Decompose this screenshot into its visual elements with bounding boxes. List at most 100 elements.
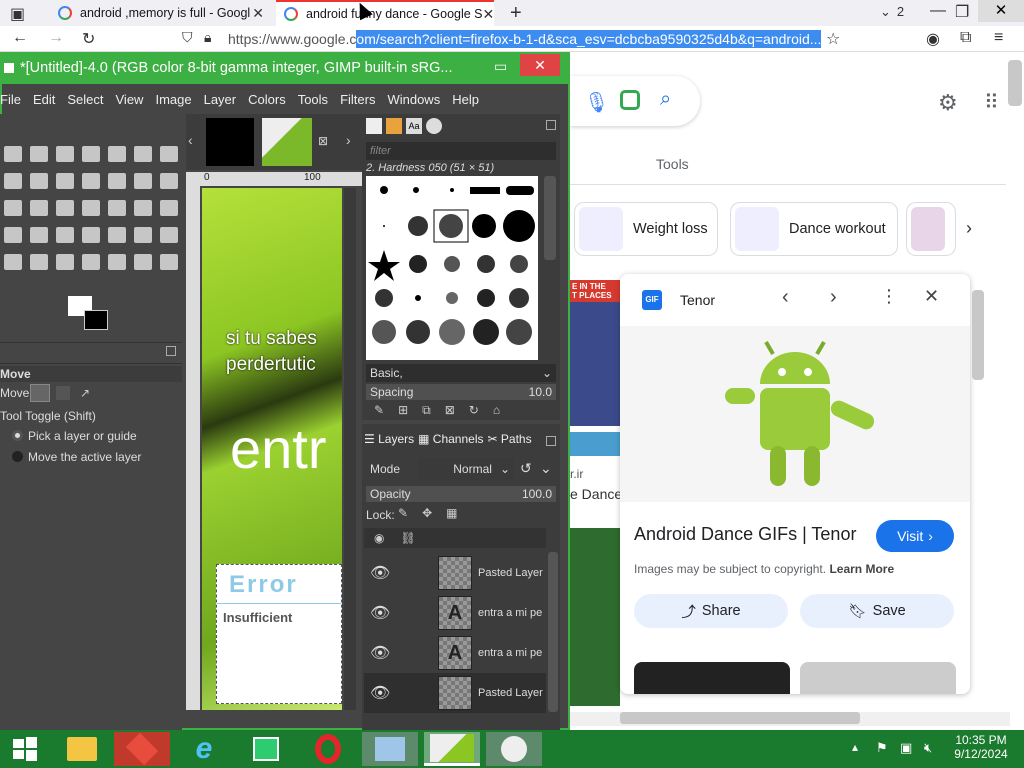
menu-filters[interactable]: Filters	[340, 92, 375, 107]
eye-icon[interactable]: 👁︎	[370, 603, 390, 623]
paths-tool-icon[interactable]	[4, 172, 22, 189]
shield-icon[interactable]: ⛉	[182, 29, 193, 46]
control-panel-taskbar-button[interactable]	[362, 732, 418, 766]
tab-list-icon[interactable]: ▣	[10, 4, 25, 24]
fuzzy-select-tool-icon[interactable]	[108, 145, 126, 162]
menu-windows[interactable]: Windows	[387, 92, 440, 107]
paint-select-tool-icon[interactable]	[108, 253, 126, 270]
image-canvas[interactable]: si tu sabes perdertutic entr Error Insuf…	[202, 188, 342, 710]
brush-preset-dropdown[interactable]: Basic, ⌄	[366, 364, 556, 382]
3d-transform-tool-icon[interactable]	[30, 199, 48, 216]
duplicate-brush-icon[interactable]: ⧉	[422, 403, 431, 418]
warp-tool-icon[interactable]	[108, 172, 126, 189]
background-color-swatch[interactable]	[84, 310, 108, 330]
new-brush-icon[interactable]: ⊞	[398, 403, 408, 418]
eye-icon[interactable]: 👁︎	[370, 643, 390, 663]
move-layer-mode-button[interactable]	[30, 384, 50, 402]
microphone-icon[interactable]: 🎙︎	[584, 90, 609, 115]
menu-edit[interactable]: Edit	[33, 92, 55, 107]
result-title[interactable]: Android Dance GIFs | Tenor	[634, 524, 856, 545]
refresh-brushes-icon[interactable]: ↻	[469, 403, 479, 418]
layer-row-selected[interactable]: 👁︎ Pasted Layer	[364, 673, 546, 713]
move-tool-icon[interactable]	[4, 145, 22, 162]
tray-overflow-icon[interactable]: ▴	[852, 740, 858, 754]
url-bar[interactable]: https://www.google.c om/search?client=fir…	[228, 28, 906, 50]
ellipse-select-tool-icon[interactable]	[56, 145, 74, 162]
chevron-down-icon[interactable]: ⌄	[540, 460, 552, 477]
close-tab-icon[interactable]: ✕	[252, 5, 264, 22]
related-image-thumbnail[interactable]	[634, 662, 790, 694]
lens-icon[interactable]	[620, 90, 640, 110]
tab-count-dropdown[interactable]: ⌄ 2	[880, 4, 904, 20]
menu-file[interactable]: File	[0, 92, 21, 107]
dodge-tool-icon[interactable]	[82, 253, 100, 270]
panel-menu-icon[interactable]	[166, 346, 176, 356]
opacity-slider[interactable]: Opacity 100.0	[366, 486, 556, 502]
close-panel-icon[interactable]: ✕	[924, 286, 939, 307]
mypaint-tool-icon[interactable]	[108, 226, 126, 243]
result-image-thumbnail-2[interactable]	[570, 528, 620, 706]
edit-brush-icon[interactable]: ✎	[374, 403, 384, 418]
pasted-layer-selection[interactable]: Error Insufficient	[216, 564, 342, 704]
clone-tool-icon[interactable]	[160, 226, 178, 243]
tab-layers[interactable]: ☰ Layers	[364, 432, 414, 446]
horizontal-scrollbar[interactable]	[570, 712, 1010, 726]
result-title[interactable]: e Dance	[570, 486, 622, 502]
flip-tool-icon[interactable]	[160, 172, 178, 189]
brush-grid[interactable]	[366, 176, 538, 360]
clock[interactable]: 10:35 PM 9/12/2024	[948, 733, 1014, 761]
back-arrow-icon[interactable]: ←	[12, 29, 28, 47]
smudge-tool-icon[interactable]	[30, 253, 48, 270]
android-dance-gif[interactable]	[620, 326, 970, 502]
radio-move-active-layer[interactable]	[12, 451, 23, 462]
account-icon[interactable]: ◉	[926, 29, 940, 49]
result-image-thumbnail[interactable]: E IN THE T PLACES	[570, 280, 620, 426]
volume-icon[interactable]: 🔇︎	[924, 740, 932, 756]
apps-grid-icon[interactable]: ⠿	[984, 90, 999, 115]
gradient-tool-icon[interactable]	[108, 199, 126, 216]
layer-mode-dropdown[interactable]: Normal ⌄	[418, 458, 514, 480]
horizontal-scroll-thumb[interactable]	[620, 712, 860, 724]
cage-tool-icon[interactable]	[134, 172, 152, 189]
chip-dance-workout[interactable]: Dance workout	[730, 202, 898, 256]
perspective-tool-icon[interactable]	[4, 199, 22, 216]
foreground-select-tool-icon[interactable]	[160, 145, 178, 162]
bookmark-star-icon[interactable]: ☆	[826, 29, 840, 49]
radio-pick-layer[interactable]	[12, 430, 23, 441]
internet-explorer-taskbar-button[interactable]: e	[176, 732, 232, 766]
opera-taskbar-button[interactable]	[300, 732, 356, 766]
restore-window-button[interactable]: ❐	[955, 2, 969, 22]
spacing-slider[interactable]: Spacing 10.0	[366, 384, 556, 400]
eye-icon[interactable]: 👁︎	[370, 563, 390, 583]
free-select-tool-icon[interactable]	[82, 145, 100, 162]
brush-filter-input[interactable]: filter	[366, 142, 556, 160]
extensions-icon[interactable]: ⧉	[960, 29, 971, 47]
patterns-tab-icon[interactable]	[386, 118, 402, 134]
gimp-close-button[interactable]: ✕	[520, 54, 560, 76]
rect-select-tool-icon[interactable]	[30, 145, 48, 162]
related-image-thumbnail[interactable]	[800, 662, 956, 694]
file-explorer-taskbar-button[interactable]	[54, 732, 110, 766]
visit-button[interactable]: Visit ›	[876, 520, 954, 552]
image-tab-thumbnail-2[interactable]	[262, 118, 312, 166]
eye-icon[interactable]: 👁︎	[370, 683, 390, 703]
close-window-button[interactable]: ✕	[978, 0, 1024, 22]
save-button[interactable]: 🔖︎ Save	[800, 594, 954, 628]
crop-tool-icon[interactable]	[30, 172, 48, 189]
canvas-vertical-scrollbar[interactable]	[344, 188, 356, 710]
delete-brush-icon[interactable]: ⊠	[445, 403, 455, 418]
layer-row[interactable]: 👁︎ A entra a mi pe	[364, 593, 546, 633]
forward-arrow-icon[interactable]: →	[48, 29, 64, 47]
bucket-fill-tool-icon[interactable]	[82, 199, 100, 216]
airbrush-tool-icon[interactable]	[56, 226, 74, 243]
heal-tool-icon[interactable]	[4, 253, 22, 270]
unified-transform-tool-icon[interactable]	[82, 172, 100, 189]
menu-layer[interactable]: Layer	[204, 92, 237, 107]
tab-android-memory[interactable]: android ,memory is full - Googl ✕	[50, 0, 272, 26]
layer-row[interactable]: 👁︎ A entra a mi pe	[364, 633, 546, 673]
learn-more-link[interactable]: Learn More	[829, 562, 894, 576]
menu-hamburger-icon[interactable]: ≡	[994, 29, 1003, 47]
gimp-taskbar-button[interactable]	[424, 732, 480, 766]
paintbrush-tool-icon[interactable]	[160, 199, 178, 216]
text-tool-icon[interactable]	[134, 253, 152, 270]
